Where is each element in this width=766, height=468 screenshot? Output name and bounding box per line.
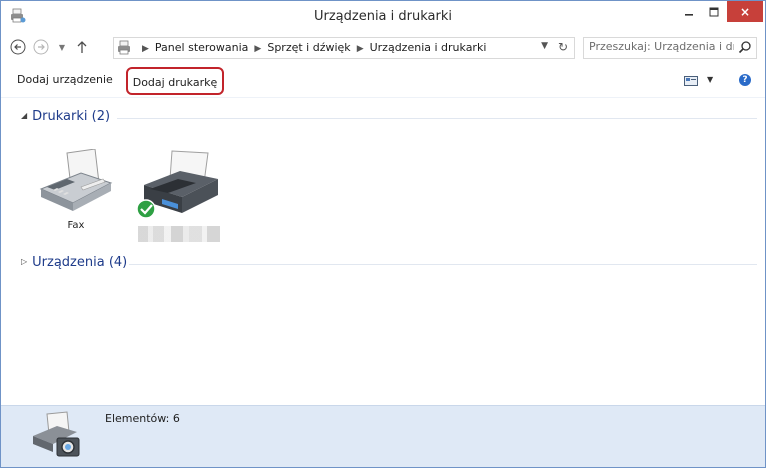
add-printer-button[interactable]: Dodaj drukarkę [126,67,224,95]
recent-locations-button[interactable]: ▼ [53,38,71,56]
chevron-down-icon: ▼ [58,42,66,52]
add-device-button[interactable]: Dodaj urządzenie [11,69,119,91]
breadcrumb: ▶ Panel sterowania ▶ Sprzęt i dźwięk ▶ Urządz… [136,41,486,54]
search-box[interactable] [583,37,757,59]
maximize-icon [709,7,719,16]
group-header-devices[interactable]: ▷ Urządzenia (4) [21,255,127,270]
group-header-printers[interactable]: ◢ Drukarki (2) [21,109,110,124]
item-count: Elementów: 6 [105,412,180,425]
control-panel-icon [118,40,130,55]
group-divider [129,264,757,265]
printer-camera-icon [33,411,80,457]
help-button[interactable]: ? [739,74,751,86]
details-pane: Elementów: 6 [1,405,765,467]
devices-and-printers-window: Urządzenia i drukarki × ▼ ▶ Panel sterow… [0,0,766,468]
window-title: Urządzenia i drukarki [313,9,452,24]
close-button[interactable]: × [727,1,763,22]
up-arrow-icon [77,41,87,53]
breadcrumb-control-panel[interactable]: Panel sterowania [155,41,249,54]
navigation-bar: ▼ ▶ Panel sterowania ▶ Sprzęt i dźwięk ▶ Urzą… [1,32,765,62]
collapse-triangle-icon: ◢ [21,111,28,120]
search-icon[interactable] [738,40,752,54]
device-fax[interactable]: Fax [31,148,121,231]
change-view-icon[interactable] [684,76,698,86]
fax-icon [39,148,113,211]
group-title-printers: Drukarki (2) [32,109,111,124]
address-dropdown-icon[interactable]: ▼ [541,41,548,51]
device-label: Fax [67,220,85,231]
breadcrumb-separator-icon[interactable]: ▶ [357,44,364,54]
expand-triangle-icon: ▷ [21,257,28,266]
title-bar: Urządzenia i drukarki × [1,1,765,32]
minimize-icon [685,13,693,16]
refresh-icon[interactable]: ↻ [558,40,568,54]
breadcrumb-separator-icon[interactable]: ▶ [142,44,149,54]
breadcrumb-separator-icon[interactable]: ▶ [254,44,261,54]
maximize-button[interactable] [702,1,726,22]
search-input[interactable] [589,40,734,53]
group-title-devices: Urządzenia (4) [32,255,128,270]
back-arrow-icon [10,39,26,55]
minimize-button[interactable] [677,1,701,22]
device-label [134,226,224,245]
breadcrumb-devices-printers[interactable]: Urządzenia i drukarki [370,41,487,54]
forward-button[interactable] [32,38,50,56]
address-bar[interactable]: ▶ Panel sterowania ▶ Sprzęt i dźwięk ▶ Urządz… [113,37,575,59]
group-divider [117,118,757,119]
command-toolbar: Dodaj urządzenie Dodaj drukarkę ▼ ? [1,63,765,98]
up-button[interactable] [73,38,91,56]
redacted-printer-name [138,226,220,242]
close-icon: × [739,4,751,19]
view-options-dropdown-icon[interactable]: ▼ [707,75,713,84]
breadcrumb-hardware-sound[interactable]: Sprzęt i dźwięk [267,41,350,54]
forward-arrow-icon [33,39,49,55]
device-default-printer[interactable] [134,149,224,245]
printer-icon [136,150,218,219]
back-button[interactable] [9,38,27,56]
